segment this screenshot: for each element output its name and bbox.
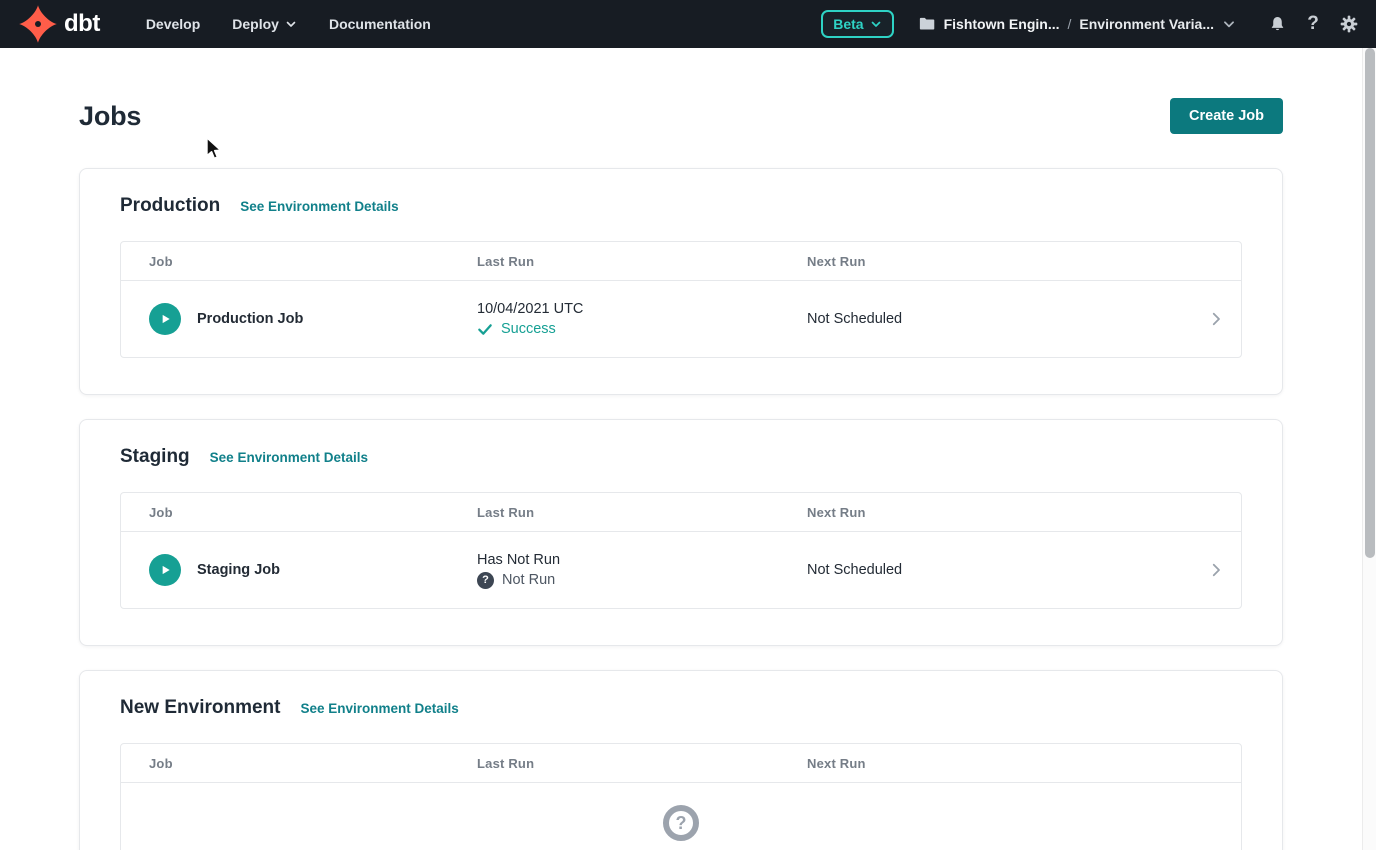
column-header-last-run: Last Run	[477, 505, 807, 520]
jobs-table: Job Last Run Next Run Production Job 10/…	[120, 241, 1242, 358]
table-row-staging-job[interactable]: Staging Job Has Not Run ? Not Run Not Sc…	[121, 532, 1241, 608]
nav-item-label: Develop	[146, 16, 200, 32]
empty-state: ?	[121, 783, 1241, 850]
table-header-row: Job Last Run Next Run	[121, 242, 1241, 281]
next-run-value: Not Scheduled	[807, 562, 1185, 578]
page-title: Jobs	[79, 101, 141, 132]
column-header-job: Job	[149, 254, 477, 269]
chevron-down-icon	[870, 18, 882, 30]
table-header-row: Job Last Run Next Run	[121, 493, 1241, 532]
column-header-next-run: Next Run	[807, 254, 1185, 269]
jobs-table: Job Last Run Next Run ?	[120, 743, 1242, 850]
table-row-production-job[interactable]: Production Job 10/04/2021 UTC Success No…	[121, 281, 1241, 357]
nav-menu: Develop Deploy Documentation	[130, 2, 447, 46]
column-header-last-run: Last Run	[477, 756, 807, 771]
last-run-date: Has Not Run	[477, 552, 807, 568]
dbt-logo-icon	[18, 4, 58, 44]
page-header: Jobs Create Job	[79, 98, 1283, 134]
environment-card-production: Production See Environment Details Job L…	[79, 168, 1283, 395]
run-job-play-button[interactable]	[149, 554, 181, 586]
nav-item-develop[interactable]: Develop	[130, 2, 216, 46]
create-job-button[interactable]: Create Job	[1170, 98, 1283, 134]
see-environment-details-link[interactable]: See Environment Details	[240, 199, 398, 214]
column-header-next-run: Next Run	[807, 505, 1185, 520]
top-navbar: dbt Develop Deploy Documentation Beta Fi…	[0, 0, 1376, 48]
breadcrumb-separator: /	[1068, 16, 1072, 32]
environment-header: Production See Environment Details	[120, 195, 1242, 217]
breadcrumb[interactable]: Fishtown Engin... / Environment Varia...	[918, 15, 1236, 33]
play-icon	[158, 563, 172, 577]
environment-name: Staging	[120, 446, 190, 468]
nav-item-documentation[interactable]: Documentation	[313, 2, 447, 46]
navbar-right: Beta Fishtown Engin... / Environment Var…	[821, 10, 1360, 38]
scrollbar-track[interactable]	[1362, 48, 1376, 850]
see-environment-details-link[interactable]: See Environment Details	[300, 701, 458, 716]
breadcrumb-account[interactable]: Fishtown Engin...	[944, 16, 1060, 32]
run-job-play-button[interactable]	[149, 303, 181, 335]
nav-item-label: Deploy	[232, 16, 279, 32]
scrollbar-thumb[interactable]	[1365, 48, 1375, 558]
bell-icon[interactable]	[1266, 13, 1288, 35]
last-run-status: ? Not Run	[477, 572, 807, 589]
environment-header: Staging See Environment Details	[120, 446, 1242, 468]
status-label: Not Run	[502, 572, 555, 588]
see-environment-details-link[interactable]: See Environment Details	[210, 450, 368, 465]
beta-dropdown[interactable]: Beta	[821, 10, 893, 38]
dbt-logo[interactable]: dbt	[18, 4, 100, 44]
nav-item-deploy[interactable]: Deploy	[216, 2, 313, 46]
open-job-chevron[interactable]	[1185, 310, 1225, 328]
nav-item-label: Documentation	[329, 16, 431, 32]
chevron-right-icon	[1207, 561, 1225, 579]
navbar-icon-group: ?	[1266, 13, 1360, 35]
job-name[interactable]: Staging Job	[197, 562, 280, 578]
brand-text: dbt	[64, 10, 100, 38]
play-icon	[158, 312, 172, 326]
environment-name: Production	[120, 195, 220, 217]
column-header-job: Job	[149, 505, 477, 520]
jobs-table: Job Last Run Next Run Staging Job Has No…	[120, 492, 1242, 609]
open-job-chevron[interactable]	[1185, 561, 1225, 579]
next-run-value: Not Scheduled	[807, 311, 1185, 327]
status-label: Success	[501, 321, 556, 337]
environment-header: New Environment See Environment Details	[120, 697, 1242, 719]
main-content: Jobs Create Job Production See Environme…	[0, 98, 1376, 850]
question-circle-icon: ?	[663, 805, 699, 841]
chevron-right-icon	[1207, 310, 1225, 328]
job-name[interactable]: Production Job	[197, 311, 303, 327]
gear-icon[interactable]	[1338, 13, 1360, 35]
chevron-down-icon	[285, 18, 297, 30]
beta-label: Beta	[833, 16, 863, 32]
environment-name: New Environment	[120, 697, 280, 719]
last-run-status: Success	[477, 321, 807, 337]
table-header-row: Job Last Run Next Run	[121, 744, 1241, 783]
column-header-job: Job	[149, 756, 477, 771]
environment-card-new-environment: New Environment See Environment Details …	[79, 670, 1283, 850]
question-circle-icon: ?	[477, 572, 494, 589]
last-run-date: 10/04/2021 UTC	[477, 301, 807, 317]
check-icon	[477, 321, 493, 337]
column-header-last-run: Last Run	[477, 254, 807, 269]
help-icon[interactable]: ?	[1302, 13, 1324, 35]
column-header-next-run: Next Run	[807, 756, 1185, 771]
chevron-down-icon	[1222, 17, 1236, 31]
folder-icon	[918, 15, 936, 33]
environment-card-staging: Staging See Environment Details Job Last…	[79, 419, 1283, 646]
breadcrumb-page[interactable]: Environment Varia...	[1079, 16, 1214, 32]
